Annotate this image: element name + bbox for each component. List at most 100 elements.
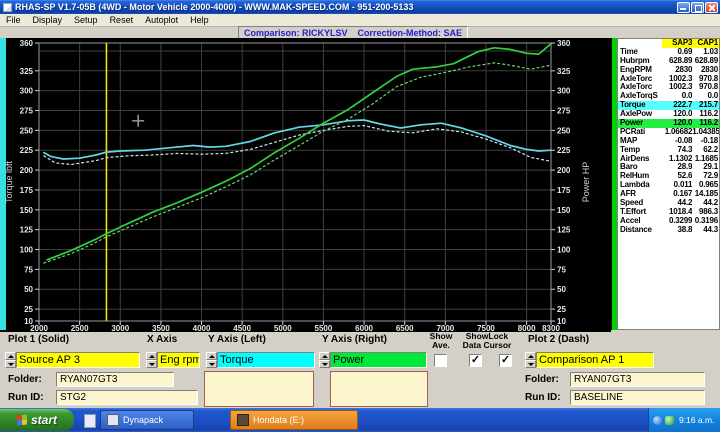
right-runid-label: Run ID: <box>525 392 561 403</box>
xaxis-label: X Axis <box>147 334 177 345</box>
plot1-spinner[interactable] <box>5 352 16 368</box>
xaxis-select[interactable]: Eng rpm <box>157 352 200 368</box>
hondata-icon <box>237 414 249 426</box>
menu-setup[interactable]: Setup <box>68 15 104 25</box>
right-folder-label: Folder: <box>525 374 559 385</box>
table-row: AxleTorc1002.3970.8 <box>618 83 719 92</box>
y-right-axis-title: Power HP <box>581 162 591 203</box>
up-arrow-icon <box>8 355 14 358</box>
svg-text:8000: 8000 <box>518 324 536 332</box>
dyno-chart[interactable]: 3603253002752502252001751501251007550251… <box>0 38 611 332</box>
yright-spinner[interactable] <box>319 352 330 368</box>
svg-text:200: 200 <box>557 166 571 175</box>
control-panel: Plot 1 (Solid) X Axis Y Axis (Left) Y Ax… <box>0 332 720 408</box>
svg-text:25: 25 <box>24 305 33 314</box>
svg-text:4500: 4500 <box>233 324 251 332</box>
svg-text:125: 125 <box>20 226 34 235</box>
plot2-select[interactable]: Comparison AP 1 <box>536 352 654 368</box>
svg-text:225: 225 <box>20 146 34 155</box>
table-row: Distance38.844.3 <box>618 226 719 235</box>
xaxis-spinner[interactable] <box>146 352 157 368</box>
chart-area[interactable]: 3603253002752502252001751501251007550251… <box>0 38 611 332</box>
svg-text:3500: 3500 <box>152 324 170 332</box>
svg-text:325: 325 <box>557 67 571 76</box>
svg-text:50: 50 <box>557 285 566 294</box>
table-row: Power120.0116.2 <box>618 119 719 128</box>
start-button[interactable]: start <box>0 409 74 431</box>
tray-network-icon[interactable] <box>653 416 662 425</box>
task-label: Dynapack <box>123 415 163 425</box>
quick-launch-icon[interactable] <box>84 414 96 428</box>
svg-text:4000: 4000 <box>193 324 211 332</box>
yleft-spinner[interactable] <box>206 352 217 368</box>
down-arrow-icon <box>528 363 534 366</box>
svg-text:300: 300 <box>20 87 34 96</box>
plot2-label: Plot 2 (Dash) <box>528 334 589 345</box>
minimize-button[interactable] <box>677 2 690 13</box>
svg-text:2500: 2500 <box>71 324 89 332</box>
plot1-select[interactable]: Source AP 3 <box>16 352 140 368</box>
left-runid-label: Run ID: <box>8 392 44 403</box>
close-button[interactable] <box>705 2 718 13</box>
table-row: Torque222.7215.7 <box>618 101 719 110</box>
restore-button[interactable] <box>691 2 704 13</box>
table-row: AxlePow120.0116.2 <box>618 110 719 119</box>
menu-help[interactable]: Help <box>184 15 215 25</box>
table-row: AxleTorc1002.3970.8 <box>618 75 719 84</box>
down-arrow-icon <box>8 363 14 366</box>
menu-file[interactable]: File <box>0 15 27 25</box>
svg-text:150: 150 <box>557 206 571 215</box>
start-button-label: start <box>31 413 57 427</box>
table-row: RelHum52.672.9 <box>618 172 719 181</box>
info-box-left <box>204 371 314 407</box>
yleft-select[interactable]: Torque <box>217 352 315 368</box>
right-runid-input[interactable]: BASELINE <box>570 390 705 405</box>
dynapack-icon <box>107 414 119 426</box>
lock-cursor-checkbox[interactable]: ✓ <box>499 354 512 367</box>
taskbar-item-hondata[interactable]: Hondata (E:) <box>230 410 358 430</box>
app-icon <box>3 3 12 12</box>
svg-text:300: 300 <box>557 87 571 96</box>
task-label: Hondata (E:) <box>253 415 304 425</box>
taskbar-item-dynapack[interactable]: Dynapack <box>100 410 194 430</box>
show-ave-checkbox[interactable] <box>434 354 447 367</box>
comparison-label: Comparison: RICKYLSV <box>244 28 348 38</box>
svg-text:2000: 2000 <box>30 324 48 332</box>
svg-text:25: 25 <box>557 305 566 314</box>
yright-label: Y Axis (Right) <box>322 334 387 345</box>
table-header: SAP3CAP1 <box>618 39 719 48</box>
table-row: T.Effort1018.4986.3 <box>618 208 719 217</box>
menu-reset[interactable]: Reset <box>104 15 140 25</box>
table-row: Lambda0.0110.965 <box>618 181 719 190</box>
svg-text:100: 100 <box>20 246 34 255</box>
svg-text:175: 175 <box>20 186 34 195</box>
window-title: RHAS-SP V1.7-05B (4WD - Motor Vehicle 20… <box>15 2 413 12</box>
down-arrow-icon <box>322 363 328 366</box>
left-folder-input[interactable]: RYAN07GT3 <box>56 372 174 387</box>
svg-text:6500: 6500 <box>396 324 414 332</box>
show-data-checkbox[interactable]: ✓ <box>469 354 482 367</box>
svg-text:75: 75 <box>557 265 566 274</box>
table-row: AxleTorqS0.00.0 <box>618 92 719 101</box>
svg-text:8300: 8300 <box>542 324 560 332</box>
system-tray: 9:16 a.m. <box>648 408 720 432</box>
table-row: PCRati1.066821.04385 <box>618 128 719 137</box>
svg-text:175: 175 <box>557 186 571 195</box>
left-runid-input[interactable]: STG2 <box>56 390 198 405</box>
right-folder-input[interactable]: RYAN07GT3 <box>570 372 705 387</box>
table-row: Accel0.32990.3196 <box>618 217 719 226</box>
yright-select[interactable]: Power <box>330 352 427 368</box>
svg-text:250: 250 <box>20 126 34 135</box>
y-left-axis-title: Torque lbft <box>4 160 14 203</box>
svg-text:325: 325 <box>20 67 34 76</box>
svg-text:250: 250 <box>557 126 571 135</box>
windows-flag-icon <box>17 414 27 425</box>
down-arrow-icon <box>149 363 155 366</box>
svg-text:275: 275 <box>557 107 571 116</box>
svg-text:5000: 5000 <box>274 324 292 332</box>
plot2-spinner[interactable] <box>525 352 536 368</box>
menu-display[interactable]: Display <box>27 15 69 25</box>
tray-status-icon[interactable] <box>665 416 674 425</box>
up-arrow-icon <box>528 355 534 358</box>
menu-autoplot[interactable]: Autoplot <box>139 15 184 25</box>
